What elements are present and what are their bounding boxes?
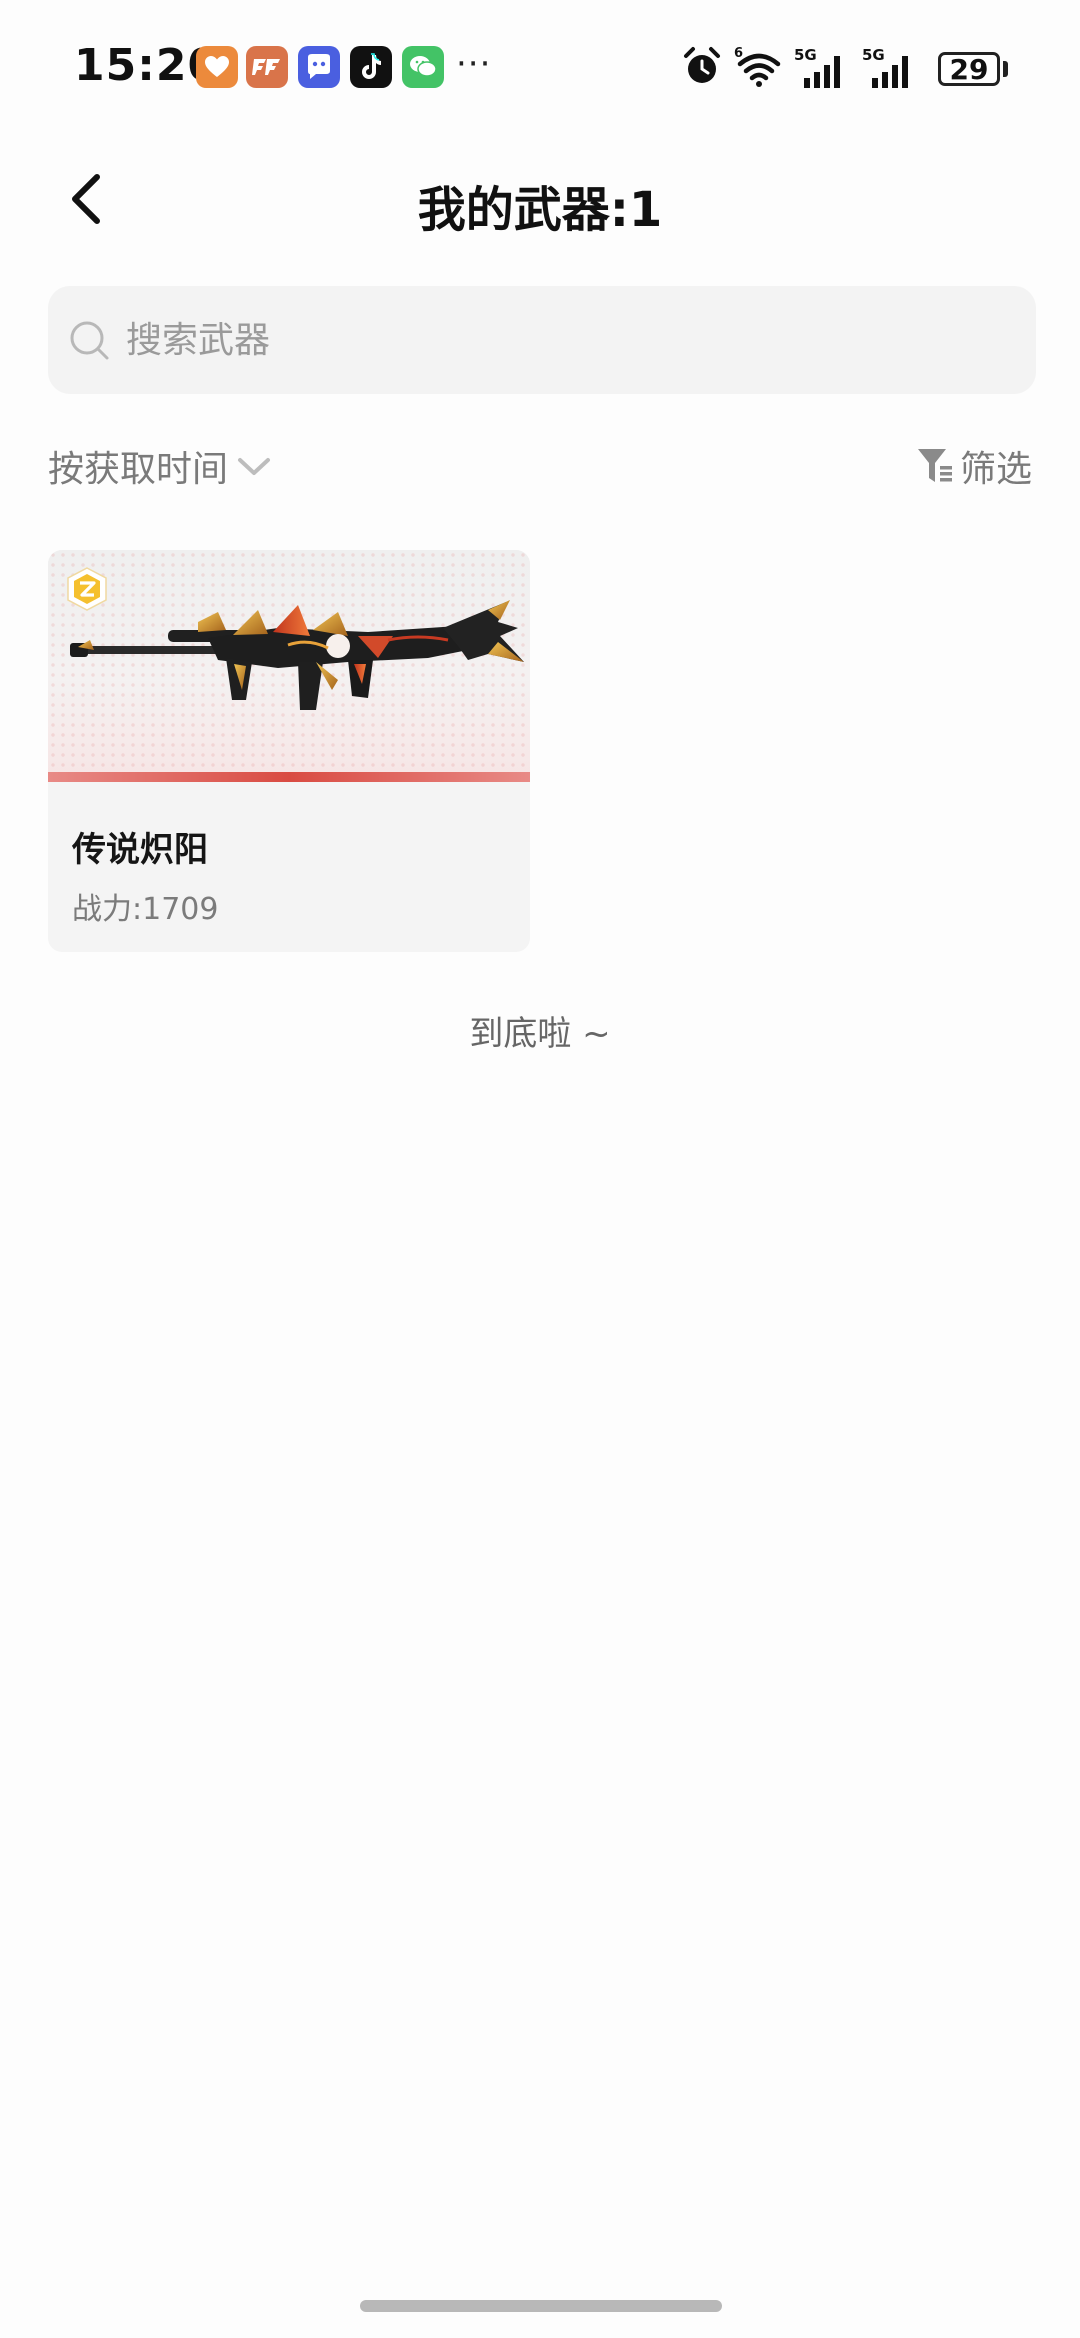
cellular-signal-icon-2: 5G [862, 46, 908, 88]
signal-label: 5G [794, 46, 817, 64]
cellular-signal-icon: 5G [794, 46, 840, 88]
sort-label: 按获取时间 [48, 449, 229, 490]
weapon-name: 传说炽阳 [72, 830, 208, 870]
wechat-app-icon [402, 46, 444, 88]
filter-button[interactable]: 筛选 [916, 440, 1032, 492]
legendary-rifle-image [70, 600, 524, 710]
weapon-card[interactable]: 传说炽阳 战力:1709 [48, 550, 530, 952]
sort-dropdown[interactable]: 按获取时间 [48, 440, 274, 492]
wifi-icon: 6 [734, 46, 781, 87]
search-icon [70, 321, 109, 360]
chevron-down-icon [238, 458, 271, 475]
health-app-icon [196, 46, 238, 88]
more-notifications-icon: ··· [456, 44, 492, 84]
battery-indicator: 29 [938, 52, 1000, 86]
search-input[interactable] [124, 318, 988, 362]
battery-tip [1003, 61, 1008, 77]
home-indicator[interactable] [360, 2300, 722, 2312]
chat-bot-app-icon [298, 46, 340, 88]
filter-icon [917, 449, 952, 482]
signal-label-2: 5G [862, 46, 885, 64]
filter-label: 筛选 [959, 449, 1032, 490]
status-bar: 15:20 ··· 6 5G 5G 29 [0, 0, 1080, 140]
list-end-text: 到底啦 ~ [469, 1014, 611, 1054]
battery-level: 29 [949, 52, 989, 86]
weapon-image [48, 550, 530, 782]
wifi-badge: 6 [734, 46, 743, 61]
alarm-icon [684, 47, 720, 83]
rarity-bar [48, 772, 530, 782]
game-app-icon [246, 46, 288, 88]
weapon-power: 战力:1709 [72, 892, 219, 927]
tiktok-app-icon [350, 46, 392, 88]
search-bar[interactable] [48, 286, 1036, 394]
page-title: 我的武器:1 [417, 182, 663, 238]
